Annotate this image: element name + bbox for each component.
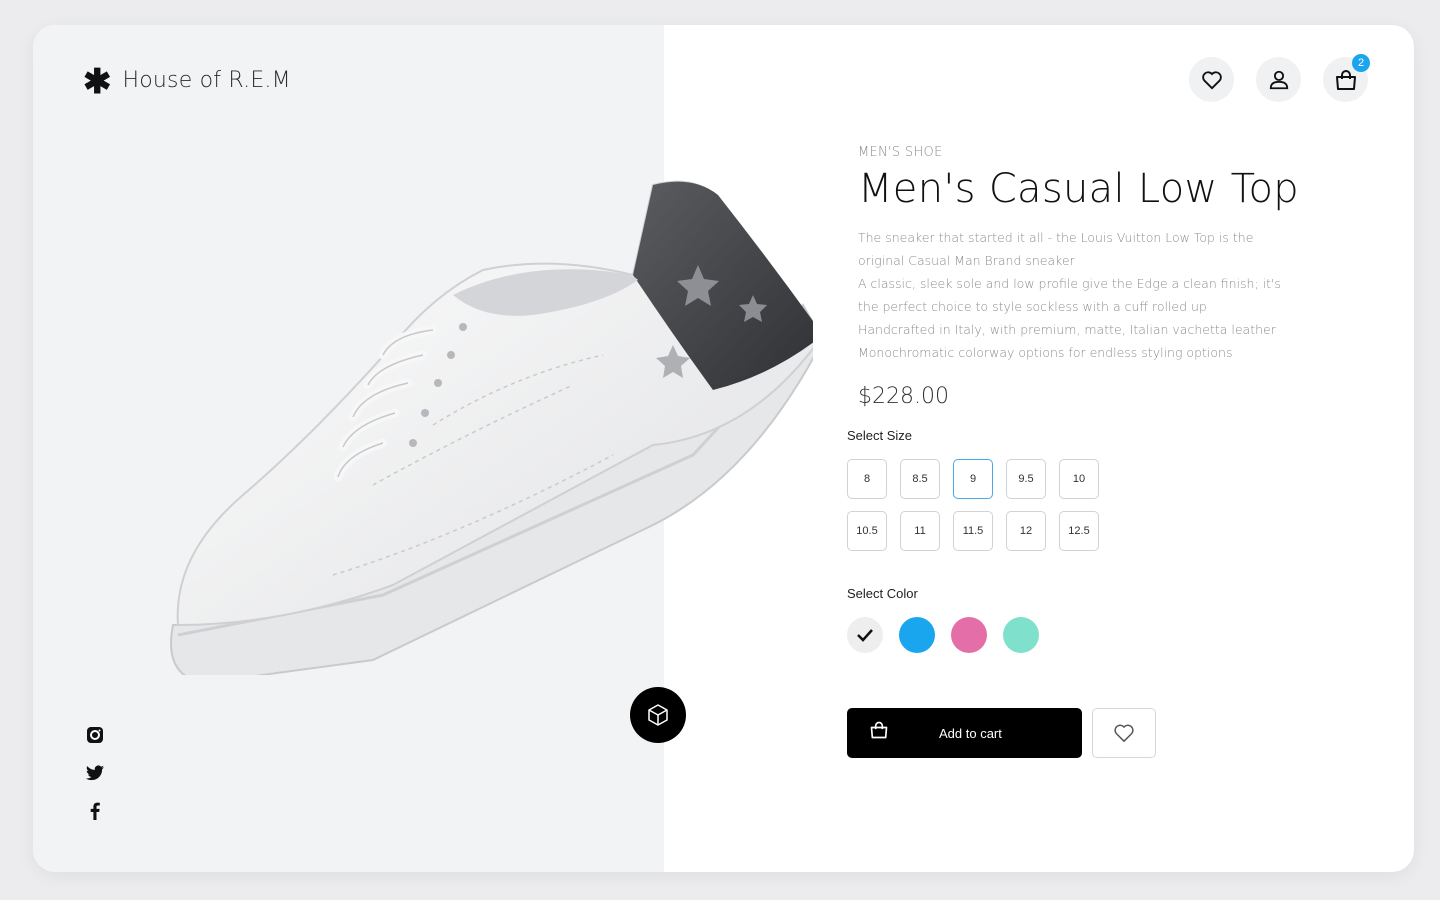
wishlist-button[interactable] [1189,57,1234,102]
size-option[interactable]: 11 [900,511,940,551]
color-swatch-white[interactable] [847,617,883,653]
product-title: Men's Casual Low Top [858,166,1299,212]
description-line: original Casual Man Brand sneaker [858,253,1075,268]
color-swatch-pink[interactable] [951,617,987,653]
size-grid: 8 8.5 9 9.5 10 10.5 11 11.5 12 12.5 [847,459,1099,551]
shoe-image [170,180,813,675]
instagram-icon[interactable] [85,725,105,745]
bag-icon [870,721,888,739]
cart-count-badge: 2 [1352,54,1370,72]
header-actions: 2 [1189,54,1370,102]
product-category: MEN'S SHOE [858,145,943,160]
description-line: Handcrafted in Italy, with premium, matt… [858,322,1276,337]
product-description: The sneaker that started it all - the Lo… [858,226,1281,364]
color-label: Select Color [847,586,918,601]
color-swatch-mint[interactable] [1003,617,1039,653]
description-line: The sneaker that started it all - the Lo… [858,230,1254,245]
ar-view-button[interactable] [630,687,686,743]
description-line: the perfect choice to style sockless wit… [858,299,1207,314]
size-option[interactable]: 12.5 [1059,511,1099,551]
description-line: Monochromatic colorway options for endle… [858,345,1233,360]
add-to-cart-label: Add to cart [939,726,1002,741]
heart-icon [1114,724,1134,743]
user-icon [1269,70,1288,89]
twitter-icon[interactable] [85,763,105,783]
color-swatches [847,617,1039,653]
checkmark-icon [857,629,873,642]
color-swatch-blue[interactable] [899,617,935,653]
heart-icon [1201,70,1222,89]
description-line: A classic, sleek sole and low profile gi… [858,276,1281,291]
size-option[interactable]: 8 [847,459,887,499]
product-card: ✱ House of R.E.M 2 MEN'S SHOE Men's Casu… [33,25,1414,872]
product-details: MEN'S SHOE Men's Casual Low Top The snea… [858,145,1299,409]
size-option[interactable]: 8.5 [900,459,940,499]
account-button[interactable] [1256,57,1301,102]
asterisk-icon: ✱ [83,63,112,101]
add-to-wishlist-button[interactable] [1092,708,1156,758]
size-option[interactable]: 9.5 [1006,459,1046,499]
brand-logo[interactable]: ✱ House of R.E.M [83,61,291,99]
product-price: $228.00 [858,384,949,409]
bag-icon [1335,69,1356,90]
cart-button[interactable]: 2 [1323,54,1370,102]
size-option[interactable]: 10.5 [847,511,887,551]
brand-name: House of R.E.M [122,67,291,93]
size-option[interactable]: 12 [1006,511,1046,551]
add-to-cart-button[interactable]: Add to cart [847,708,1082,758]
size-option[interactable]: 11.5 [953,511,993,551]
facebook-icon[interactable] [85,801,105,821]
social-links [85,725,105,821]
size-label: Select Size [847,428,913,443]
size-option-selected[interactable]: 9 [953,459,993,499]
size-option[interactable]: 10 [1059,459,1099,499]
cube-icon [648,704,668,726]
